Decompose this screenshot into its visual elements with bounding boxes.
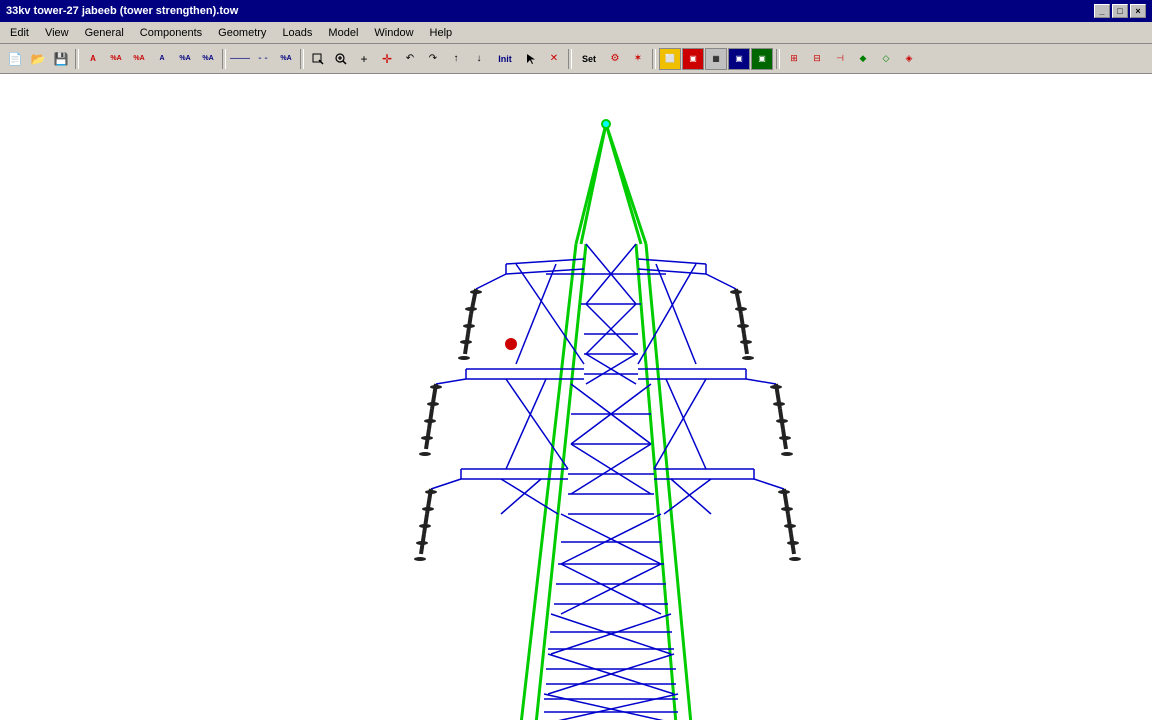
rtool-2[interactable]: ⊟ <box>806 48 828 70</box>
menu-help[interactable]: Help <box>422 25 461 41</box>
separator-5 <box>652 49 656 69</box>
new-button[interactable]: 📄 <box>4 48 26 70</box>
node-a3-button[interactable]: %A <box>128 48 150 70</box>
node-a2-button[interactable]: %A <box>105 48 127 70</box>
delete-button[interactable]: ✕ <box>543 48 565 70</box>
rtool-1[interactable]: ⊞ <box>783 48 805 70</box>
zoom-box-icon <box>311 52 325 66</box>
view-btn-5[interactable]: ▣ <box>751 48 773 70</box>
view-btn-2[interactable]: ▣ <box>682 48 704 70</box>
menu-loads[interactable]: Loads <box>274 25 320 41</box>
view-btn-1[interactable]: ⬜ <box>659 48 681 70</box>
rtool-4[interactable]: ◆ <box>852 48 874 70</box>
menu-window[interactable]: Window <box>366 25 421 41</box>
separator-6 <box>776 49 780 69</box>
line-solid-button[interactable]: —— <box>229 48 251 70</box>
pan-button[interactable]: + <box>353 48 375 70</box>
tool-extra2[interactable]: ✶ <box>627 48 649 70</box>
title-bar: 33kv tower-27 jabeeb (tower strengthen).… <box>0 0 1152 22</box>
rotate-right-button[interactable]: ↷ <box>422 48 444 70</box>
node-a7-button[interactable]: %A <box>275 48 297 70</box>
tool-extra1[interactable]: ⚙ <box>604 48 626 70</box>
save-button[interactable]: 💾 <box>50 48 72 70</box>
node-a6-button[interactable]: %A <box>197 48 219 70</box>
node-a4-button[interactable]: A <box>151 48 173 70</box>
select-button[interactable] <box>520 48 542 70</box>
rotate-down-button[interactable]: ↓ <box>468 48 490 70</box>
menu-model[interactable]: Model <box>320 25 366 41</box>
separator-1 <box>75 49 79 69</box>
separator-3 <box>300 49 304 69</box>
menu-components[interactable]: Components <box>132 25 210 41</box>
select-icon <box>524 52 538 66</box>
title-buttons: _ □ × <box>1094 4 1146 18</box>
menu-geometry[interactable]: Geometry <box>210 25 274 41</box>
rotate-left-button[interactable]: ↶ <box>399 48 421 70</box>
node-a1-button[interactable]: A <box>82 48 104 70</box>
tower-visualization: .green-member { stroke: #00cc00; stroke-… <box>306 74 906 720</box>
zoom-in-icon <box>334 52 348 66</box>
view-btn-3[interactable]: ▦ <box>705 48 727 70</box>
set-button[interactable]: Set <box>575 48 603 70</box>
rotate-up-button[interactable]: ↑ <box>445 48 467 70</box>
init-button[interactable]: Init <box>491 48 519 70</box>
menu-view[interactable]: View <box>37 25 77 41</box>
menu-general[interactable]: General <box>77 25 132 41</box>
maximize-button[interactable]: □ <box>1112 4 1128 18</box>
main-canvas: .green-member { stroke: #00cc00; stroke-… <box>0 74 1152 720</box>
view-btn-4[interactable]: ▣ <box>728 48 750 70</box>
rtool-6[interactable]: ◈ <box>898 48 920 70</box>
node-a5-button[interactable]: %A <box>174 48 196 70</box>
line-dash-button[interactable]: - - <box>252 48 274 70</box>
menu-edit[interactable]: Edit <box>2 25 37 41</box>
separator-2 <box>222 49 226 69</box>
rtool-5[interactable]: ◇ <box>875 48 897 70</box>
zoom-in-button[interactable] <box>330 48 352 70</box>
separator-4 <box>568 49 572 69</box>
minimize-button[interactable]: _ <box>1094 4 1110 18</box>
close-button[interactable]: × <box>1130 4 1146 18</box>
title-text: 33kv tower-27 jabeeb (tower strengthen).… <box>6 5 1094 17</box>
rtool-3[interactable]: ⊣ <box>829 48 851 70</box>
toolbar: 📄 📂 💾 A %A %A A %A %A —— - - %A <box>0 44 1152 74</box>
zoom-box-button[interactable] <box>307 48 329 70</box>
open-button[interactable]: 📂 <box>27 48 49 70</box>
menu-bar: Edit View General Components Geometry Lo… <box>0 22 1152 44</box>
move-button[interactable]: ✛ <box>376 48 398 70</box>
